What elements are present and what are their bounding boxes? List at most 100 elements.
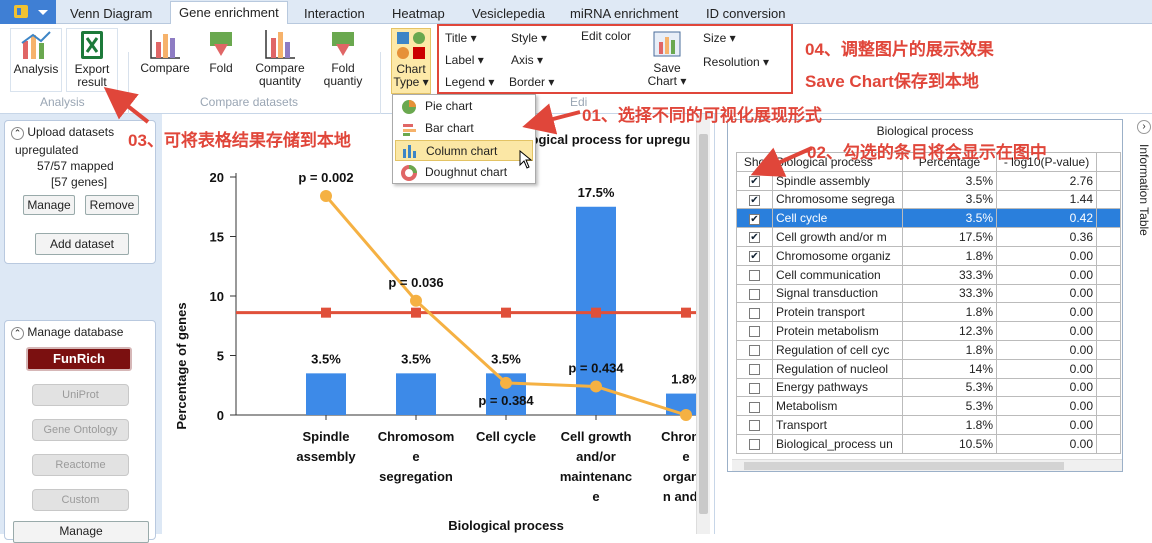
row-checkbox-cell[interactable]: [736, 433, 773, 454]
table-row[interactable]: Regulation of cell cyc 1.8% 0.00: [736, 339, 1121, 360]
p-value-point: [590, 380, 602, 393]
row-checkbox-cell[interactable]: ✔: [736, 170, 773, 191]
tab-vesiclepedia[interactable]: Vesiclepedia: [464, 4, 553, 24]
chart-scrollbar-thumb[interactable]: [699, 134, 708, 514]
table-row[interactable]: ✔ Cell growth and/or m 17.5% 0.36: [736, 227, 1121, 247]
show-checkbox[interactable]: [749, 401, 760, 413]
tab-mirna-enrichment[interactable]: miRNA enrichment: [562, 4, 686, 24]
compare-button[interactable]: Compare: [136, 28, 194, 92]
upload-header: ⌃ Upload datasets: [11, 125, 114, 140]
show-checkbox[interactable]: [749, 382, 760, 394]
show-checkbox[interactable]: [749, 307, 760, 319]
menu-item-doughnut-chart[interactable]: Doughnut chart: [395, 162, 533, 183]
show-checkbox[interactable]: [749, 439, 760, 451]
menu-item-pie-chart[interactable]: Pie chart: [395, 96, 533, 117]
header-show[interactable]: Sho: [736, 152, 773, 172]
menu-item-bar-chart[interactable]: Bar chart: [395, 118, 533, 139]
show-checkbox[interactable]: [749, 363, 760, 375]
table-row[interactable]: Biological_process un 10.5% 0.00: [736, 433, 1121, 454]
compare-quantity-label-1: Compare: [255, 61, 305, 75]
row-checkbox-cell[interactable]: [736, 415, 773, 435]
analysis-icon: [21, 31, 51, 59]
collapse-icon-2[interactable]: ⌃: [11, 327, 24, 340]
table-row[interactable]: Transport 1.8% 0.00: [736, 415, 1121, 435]
annotation-04: 04、调整图片的展示效果: [805, 40, 994, 59]
table-row[interactable]: Energy pathways 5.3% 0.00: [736, 377, 1121, 398]
row-process-name: Cell communication: [772, 264, 903, 285]
row-logp: 0.00: [996, 358, 1097, 379]
show-checkbox[interactable]: ✔: [749, 176, 760, 188]
bar-value-label: 3.5%: [401, 351, 431, 366]
row-logp: 0.00: [996, 339, 1097, 360]
row-empty: [1096, 358, 1121, 379]
remove-dataset-button[interactable]: Remove: [85, 195, 139, 215]
uniprot-button[interactable]: UniProt: [32, 384, 129, 406]
export-result-button[interactable]: Export result: [66, 28, 118, 92]
information-table-tab[interactable]: Information Table: [1135, 144, 1151, 254]
table-row[interactable]: Protein transport 1.8% 0.00: [736, 302, 1121, 323]
row-percentage: 33.3%: [902, 264, 997, 285]
row-checkbox-cell[interactable]: [736, 358, 773, 379]
fold-quantity-button[interactable]: Fold quantiy: [318, 28, 368, 92]
group-compare-label: Compare datasets: [200, 95, 299, 109]
p-value-label: p = 0.002: [298, 170, 353, 185]
show-checkbox[interactable]: ✔: [749, 232, 760, 244]
custom-button[interactable]: Custom: [32, 489, 129, 511]
show-checkbox[interactable]: ✔: [749, 251, 760, 263]
fold-quantity-icon: [332, 32, 354, 56]
compare-quantity-button[interactable]: Compare quantity: [250, 28, 310, 92]
table-row[interactable]: ✔ Cell cycle 3.5% 0.42: [736, 208, 1121, 229]
table-row[interactable]: ✔ Chromosome segrega 3.5% 1.44: [736, 189, 1121, 210]
table-row[interactable]: Metabolism 5.3% 0.00: [736, 396, 1121, 417]
row-checkbox-cell[interactable]: [736, 377, 773, 398]
highlight-box: [437, 24, 793, 94]
row-checkbox-cell[interactable]: [736, 283, 773, 304]
row-checkbox-cell[interactable]: [736, 396, 773, 417]
table-row[interactable]: Signal transduction 33.3% 0.00: [736, 283, 1121, 304]
table-row[interactable]: Regulation of nucleol 14% 0.00: [736, 358, 1121, 379]
show-checkbox[interactable]: [749, 288, 760, 300]
reactome-button[interactable]: Reactome: [32, 454, 129, 476]
show-checkbox[interactable]: ✔: [749, 213, 760, 225]
fold-button[interactable]: Fold: [198, 28, 244, 92]
tab-id-conversion[interactable]: ID conversion: [698, 4, 793, 24]
row-checkbox-cell[interactable]: ✔: [736, 245, 773, 266]
row-checkbox-cell[interactable]: ✔: [736, 189, 773, 210]
upload-header-label: Upload datasets: [27, 125, 115, 139]
show-checkbox[interactable]: [749, 345, 760, 357]
tab-interaction[interactable]: Interaction: [296, 4, 373, 24]
chart-type-button[interactable]: Chart Type ▾: [391, 28, 431, 94]
table-row[interactable]: Protein metabolism 12.3% 0.00: [736, 321, 1121, 341]
row-checkbox-cell[interactable]: [736, 321, 773, 341]
tab-gene-enrichment[interactable]: Gene enrichment: [170, 1, 288, 25]
row-process-name: Cell growth and/or m: [772, 227, 903, 247]
row-checkbox-cell[interactable]: ✔: [736, 227, 773, 247]
table-row[interactable]: Cell communication 33.3% 0.00: [736, 264, 1121, 285]
table-row[interactable]: ✔ Spindle assembly 3.5% 2.76: [736, 170, 1121, 191]
show-checkbox[interactable]: ✔: [749, 194, 760, 206]
app-menu-button[interactable]: [0, 0, 56, 24]
bar-value-label: 17.5%: [578, 185, 615, 200]
analysis-button[interactable]: Analysis: [10, 28, 62, 92]
table-row[interactable]: ✔ Chromosome organiz 1.8% 0.00: [736, 245, 1121, 266]
table-hscrollbar[interactable]: [732, 459, 1122, 471]
manage-database-button[interactable]: Manage: [13, 521, 149, 543]
row-checkbox-cell[interactable]: [736, 339, 773, 360]
manage-dataset-button[interactable]: Manage: [23, 195, 75, 215]
add-dataset-button[interactable]: Add dataset: [35, 233, 129, 255]
show-checkbox[interactable]: [749, 326, 760, 338]
gene-ontology-button[interactable]: Gene Ontology: [32, 419, 129, 441]
show-checkbox[interactable]: [749, 420, 760, 432]
info-collapse-icon[interactable]: ›: [1137, 120, 1151, 134]
menu-item-column-chart[interactable]: Column chart: [395, 140, 533, 161]
row-checkbox-cell[interactable]: [736, 302, 773, 323]
table-hscrollbar-thumb[interactable]: [744, 462, 1064, 470]
show-checkbox[interactable]: [749, 270, 760, 281]
row-checkbox-cell[interactable]: [736, 264, 773, 285]
chart-scrollbar[interactable]: [696, 114, 710, 534]
collapse-icon[interactable]: ⌃: [11, 127, 24, 140]
tab-venn-diagram[interactable]: Venn Diagram: [62, 4, 160, 24]
row-checkbox-cell[interactable]: ✔: [736, 208, 773, 229]
tab-heatmap[interactable]: Heatmap: [384, 4, 453, 24]
funrich-button[interactable]: FunRich: [26, 347, 132, 371]
